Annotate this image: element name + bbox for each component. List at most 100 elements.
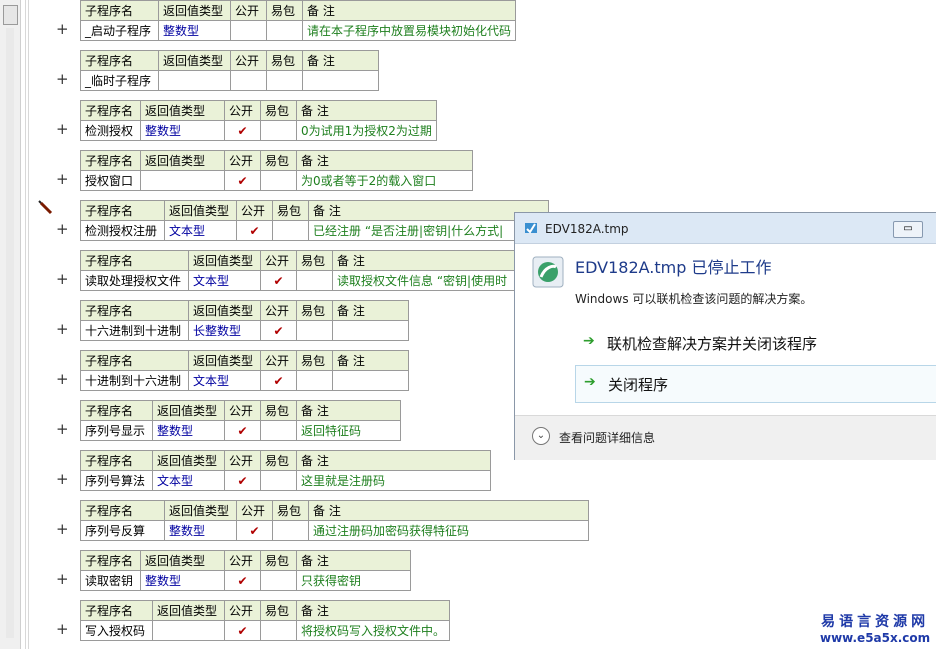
return-type[interactable] [140, 170, 225, 191]
epkg-checkbox[interactable] [272, 520, 309, 541]
subroutine-name[interactable]: 序列号算法 [80, 470, 153, 491]
note[interactable]: 请在本子程序中放置易模块初始化代码 [301, 20, 517, 41]
note[interactable] [332, 320, 409, 341]
header-epkg: 易包 [296, 300, 333, 321]
view-details-link[interactable]: 查看问题详细信息 [559, 429, 655, 446]
public-checkbox[interactable]: ✔ [224, 570, 261, 591]
subroutine-name[interactable]: 序列号显示 [80, 420, 153, 441]
expand-plus-icon[interactable]: + [56, 19, 69, 39]
return-type[interactable]: 整数型 [140, 570, 225, 591]
subroutine-name[interactable]: 检测授权注册 [80, 220, 165, 241]
epkg-checkbox[interactable] [260, 420, 297, 441]
header-public: 公开 [260, 350, 297, 371]
scrollbar-track[interactable] [6, 28, 14, 638]
public-checkbox[interactable]: ✔ [236, 520, 273, 541]
epkg-checkbox[interactable] [266, 20, 303, 41]
header-return-type: 返回值类型 [158, 50, 231, 71]
public-checkbox[interactable]: ✔ [224, 470, 261, 491]
return-type[interactable]: 文本型 [188, 270, 261, 291]
note[interactable]: 将授权码写入授权文件中。 [295, 620, 451, 641]
note[interactable] [332, 370, 409, 391]
expand-plus-icon[interactable]: + [56, 519, 69, 539]
public-checkbox[interactable]: ✔ [236, 220, 273, 241]
public-checkbox[interactable]: ✔ [260, 320, 297, 341]
epkg-checkbox[interactable] [260, 170, 297, 191]
header-public: 公开 [224, 550, 261, 571]
public-checkbox[interactable]: ✔ [224, 170, 261, 191]
return-type[interactable] [152, 620, 225, 641]
error-dialog: EDV182A.tmp ▭ EDV182A.tmp 已停止工作 Windows … [514, 212, 936, 460]
subroutine-table: 子程序名 返回值类型 公开 易包备 注序列号显示 整数型 ✔ 返回特征码 [80, 400, 401, 441]
epkg-checkbox[interactable] [266, 70, 303, 91]
subroutine-block: 子程序名 返回值类型 公开 易包备 注 _启动子程序 整数型 请在本子程序中放置易模块初始化… [80, 0, 517, 41]
header-note: 备 注 [301, 0, 517, 21]
header-public: 公开 [236, 200, 273, 221]
expand-plus-icon[interactable]: + [56, 269, 69, 289]
public-checkbox[interactable]: ✔ [260, 370, 297, 391]
subroutine-name[interactable]: 写入授权码 [80, 620, 153, 641]
scrollbar-thumb[interactable] [3, 5, 18, 25]
epkg-checkbox[interactable] [296, 320, 333, 341]
public-checkbox[interactable]: ✔ [224, 420, 261, 441]
note[interactable]: 通过注册码加密码获得特征码 [308, 520, 589, 541]
subroutine-name[interactable]: 十进制到十六进制 [80, 370, 189, 391]
expand-plus-icon[interactable]: + [56, 119, 69, 139]
expand-plus-icon[interactable]: + [56, 319, 69, 339]
return-type[interactable]: 整数型 [140, 120, 225, 141]
return-type[interactable]: 整数型 [164, 520, 237, 541]
expand-plus-icon[interactable]: + [56, 219, 69, 239]
subroutine-block: 子程序名 返回值类型 公开 易包备 注序列号算法 文本型 ✔ 这里就是注册码 [80, 450, 491, 491]
note[interactable]: 只获得密钥 [296, 570, 411, 591]
subroutine-name[interactable]: 十六进制到十进制 [80, 320, 189, 341]
note[interactable]: 0为试用1为授权2为过期 [296, 120, 437, 141]
subroutine-name[interactable]: 读取密钥 [80, 570, 141, 591]
expand-plus-icon[interactable]: + [56, 469, 69, 489]
note[interactable]: 返回特征码 [296, 420, 401, 441]
chevron-down-icon[interactable]: ⌄ [532, 427, 550, 445]
epkg-checkbox[interactable] [272, 220, 309, 241]
epkg-checkbox[interactable] [296, 370, 333, 391]
return-type[interactable]: 整数型 [152, 420, 225, 441]
public-checkbox[interactable]: ✔ [224, 620, 261, 641]
expand-plus-icon[interactable]: + [56, 619, 69, 639]
editor-gutter-line [28, 0, 29, 649]
expand-plus-icon[interactable]: + [56, 69, 69, 89]
subroutine-name[interactable]: 检测授权 [80, 120, 141, 141]
expand-plus-icon[interactable]: + [56, 369, 69, 389]
expand-plus-icon[interactable]: + [56, 419, 69, 439]
return-type[interactable]: 文本型 [152, 470, 225, 491]
header-epkg: 易包 [260, 150, 297, 171]
note[interactable] [302, 70, 379, 91]
epkg-checkbox[interactable] [296, 270, 333, 291]
expand-plus-icon[interactable]: + [56, 169, 69, 189]
check-online-option[interactable]: ➔ 联机检查解决方案并关闭该程序 [575, 325, 936, 361]
public-checkbox[interactable] [230, 20, 267, 41]
return-type[interactable] [158, 70, 231, 91]
epkg-checkbox[interactable] [260, 570, 297, 591]
note[interactable]: 为0或者等于2的载入窗口 [296, 170, 473, 191]
program-icon [532, 256, 564, 288]
minimize-button[interactable]: ▭ [893, 221, 923, 238]
vertical-scrollbar[interactable] [0, 0, 21, 649]
subroutine-name[interactable]: 授权窗口 [80, 170, 141, 191]
note[interactable]: 已经注册 “是否注册|密钥|什么方式| [308, 220, 549, 241]
return-type[interactable]: 文本型 [164, 220, 237, 241]
public-checkbox[interactable]: ✔ [260, 270, 297, 291]
epkg-checkbox[interactable] [260, 120, 297, 141]
subroutine-name[interactable]: _启动子程序 [80, 20, 159, 41]
note[interactable]: 这里就是注册码 [296, 470, 491, 491]
close-program-option[interactable]: ➔ 关闭程序 [575, 365, 936, 403]
subroutine-name[interactable]: 读取处理授权文件 [80, 270, 189, 291]
return-type[interactable]: 整数型 [158, 20, 231, 41]
return-type[interactable]: 长整数型 [188, 320, 261, 341]
header-public: 公开 [224, 450, 261, 471]
return-type[interactable]: 文本型 [188, 370, 261, 391]
public-checkbox[interactable] [230, 70, 267, 91]
expand-plus-icon[interactable]: + [56, 569, 69, 589]
epkg-checkbox[interactable] [260, 620, 297, 641]
header-return-type: 返回值类型 [152, 600, 225, 621]
epkg-checkbox[interactable] [260, 470, 297, 491]
subroutine-name[interactable]: _临时子程序 [80, 70, 159, 91]
public-checkbox[interactable]: ✔ [224, 120, 261, 141]
subroutine-name[interactable]: 序列号反算 [80, 520, 165, 541]
